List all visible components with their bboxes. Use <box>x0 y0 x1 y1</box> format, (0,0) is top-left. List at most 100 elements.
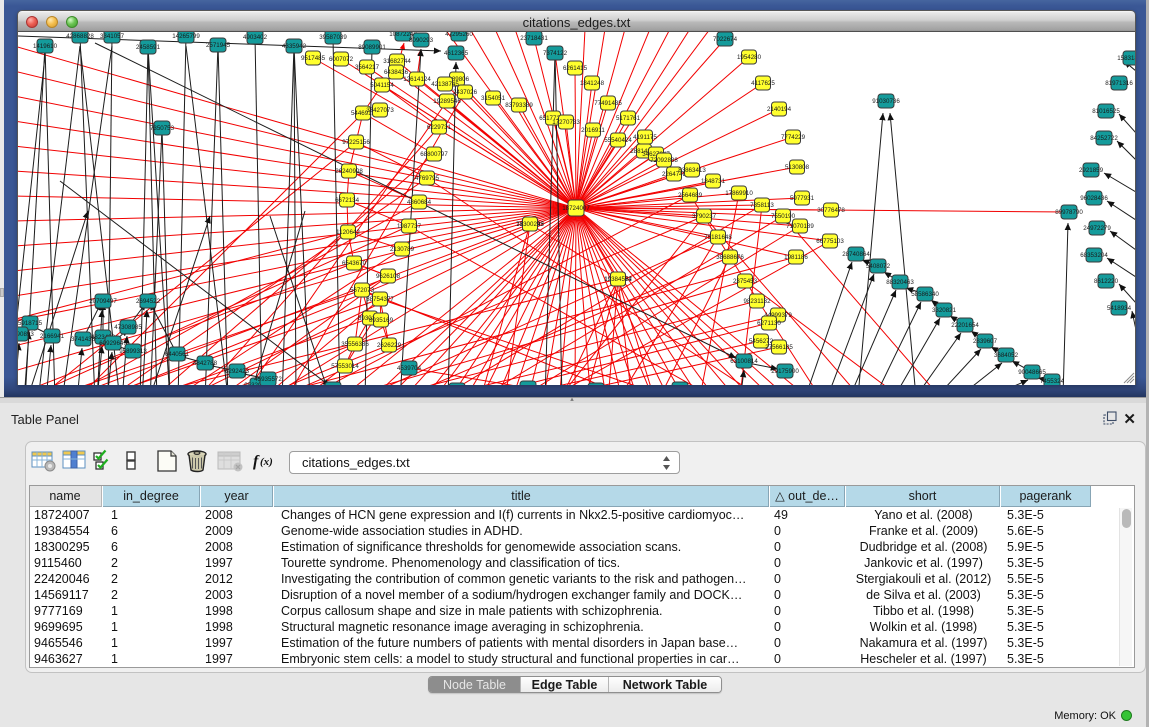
svg-text:3320821: 3320821 <box>932 307 957 314</box>
svg-text:6007072: 6007072 <box>329 56 354 63</box>
svg-text:83863413: 83863413 <box>678 167 706 174</box>
svg-text:5672073: 5672073 <box>350 287 375 294</box>
svg-text:4860684: 4860684 <box>407 199 432 206</box>
svg-text:38427073: 38427073 <box>366 107 394 114</box>
svg-text:29175900: 29175900 <box>771 368 799 375</box>
svg-text:71070189: 71070189 <box>786 223 814 230</box>
svg-text:5041154: 5041154 <box>370 82 394 89</box>
svg-text:1848731: 1848731 <box>701 178 726 185</box>
svg-text:2564689: 2564689 <box>678 192 703 199</box>
svg-text:5977931: 5977931 <box>790 195 815 202</box>
svg-text:30776478: 30776478 <box>817 207 845 214</box>
svg-text:31682744: 31682744 <box>383 58 411 65</box>
svg-text:38754377: 38754377 <box>366 296 394 303</box>
svg-text:2130789: 2130789 <box>390 246 415 253</box>
svg-text:8090293: 8090293 <box>409 37 434 44</box>
svg-text:66775103: 66775103 <box>816 238 844 245</box>
svg-text:57553014: 57553014 <box>331 363 359 370</box>
svg-text:35556386: 35556386 <box>341 341 369 348</box>
svg-text:1120642: 1120642 <box>336 229 360 236</box>
svg-text:f: f <box>253 453 260 470</box>
svg-text:5171761: 5171761 <box>616 115 641 122</box>
svg-text:77491435: 77491435 <box>594 100 622 107</box>
svg-text:9626108: 9626108 <box>376 273 401 280</box>
svg-text:4903402: 4903402 <box>243 34 268 41</box>
svg-text:7374122: 7374122 <box>543 50 568 57</box>
svg-text:4612365: 4612365 <box>444 50 469 57</box>
svg-text:97225156: 97225156 <box>342 139 370 146</box>
svg-text:2839607: 2839607 <box>973 338 998 345</box>
svg-text:89089901: 89089901 <box>358 44 386 51</box>
svg-text:2458591: 2458591 <box>136 44 161 51</box>
svg-text:81016525: 81016525 <box>1092 108 1120 115</box>
svg-text:18724007: 18724007 <box>562 205 590 212</box>
svg-text:6292423: 6292423 <box>225 368 250 375</box>
svg-text:6271130: 6271130 <box>757 320 781 327</box>
svg-text:45935572: 45935572 <box>254 376 282 383</box>
svg-text:47308985: 47308985 <box>114 324 142 331</box>
svg-text:75181648: 75181648 <box>704 234 732 241</box>
svg-text:2571945: 2571945 <box>206 42 231 49</box>
svg-text:60929647: 60929647 <box>99 340 127 347</box>
svg-text:3790237: 3790237 <box>692 213 717 220</box>
svg-text:1987737: 1987737 <box>397 223 422 230</box>
svg-text:72092888: 72092888 <box>650 157 678 164</box>
svg-text:98231132: 98231132 <box>743 298 771 305</box>
svg-text:1419610: 1419610 <box>33 43 58 50</box>
svg-text:3684052: 3684052 <box>994 352 1019 359</box>
svg-text:90048665: 90048665 <box>1018 369 1046 376</box>
svg-text:5418934: 5418934 <box>1107 305 1132 312</box>
svg-text:4842788: 4842788 <box>193 360 218 367</box>
svg-text:89978790: 89978790 <box>1055 209 1083 216</box>
svg-text:2921859: 2921859 <box>1079 167 1104 174</box>
svg-text:17270733: 17270733 <box>552 119 580 126</box>
svg-text:28740864: 28740864 <box>842 251 870 258</box>
svg-text:42138745: 42138745 <box>431 81 459 88</box>
svg-text:26240908: 26240908 <box>335 168 363 175</box>
svg-text:19289546: 19289546 <box>433 98 461 105</box>
svg-text:2375453: 2375453 <box>733 278 758 285</box>
svg-text:2626229: 2626229 <box>377 342 402 349</box>
svg-text:2166941: 2166941 <box>40 333 65 340</box>
svg-text:5130808: 5130808 <box>785 164 810 171</box>
svg-text:68353204: 68353204 <box>1080 252 1108 259</box>
svg-text:17869910: 17869910 <box>725 190 753 197</box>
svg-text:1841248: 1841248 <box>580 80 605 87</box>
svg-text:42868828: 42868828 <box>66 33 94 40</box>
svg-text:6438436: 6438436 <box>384 69 409 76</box>
svg-text:1954280: 1954280 <box>737 54 762 61</box>
svg-text:15831819: 15831819 <box>1117 55 1135 62</box>
svg-text:81971316: 81971316 <box>1105 80 1133 87</box>
svg-text:87490893: 87490893 <box>18 331 34 338</box>
svg-text:23718431: 23718431 <box>520 35 548 42</box>
svg-text:2140194: 2140194 <box>767 106 792 113</box>
svg-text:55540424: 55540424 <box>604 137 632 144</box>
svg-text:7774229: 7774229 <box>781 134 806 141</box>
svg-text:18300295: 18300295 <box>516 221 544 228</box>
svg-text:7022674: 7022674 <box>713 36 738 43</box>
svg-text:12614124: 12614124 <box>403 76 431 83</box>
svg-text:8935169: 8935169 <box>369 317 394 324</box>
svg-text:4769795: 4769795 <box>415 175 440 182</box>
svg-text:63100814: 63100814 <box>730 358 758 365</box>
svg-text:3741438: 3741438 <box>71 336 96 343</box>
svg-text:20709497: 20709497 <box>89 298 117 305</box>
svg-text:19384554: 19384554 <box>604 276 632 283</box>
svg-text:6440561: 6440561 <box>165 351 190 358</box>
svg-text:9517485: 9517485 <box>301 55 326 62</box>
svg-text:24972279: 24972279 <box>1083 225 1111 232</box>
svg-text:4539704: 4539704 <box>397 365 422 372</box>
svg-text:4191175: 4191175 <box>633 134 657 141</box>
svg-text:91030736: 91030736 <box>872 98 900 105</box>
svg-text:6261415: 6261415 <box>563 65 588 72</box>
svg-text:5918715: 5918715 <box>18 320 43 327</box>
svg-text:3341057: 3341057 <box>100 33 125 40</box>
svg-text:6543670: 6543670 <box>342 260 367 267</box>
svg-text:5408072: 5408072 <box>866 263 891 270</box>
svg-text:84252722: 84252722 <box>1090 135 1118 142</box>
svg-text:6672134: 6672134 <box>335 197 360 204</box>
svg-text:4117625: 4117625 <box>751 80 775 87</box>
svg-text:96028436: 96028436 <box>1080 195 1108 202</box>
svg-text:4335942: 4335942 <box>282 43 307 50</box>
svg-text:7350753: 7350753 <box>150 125 175 132</box>
